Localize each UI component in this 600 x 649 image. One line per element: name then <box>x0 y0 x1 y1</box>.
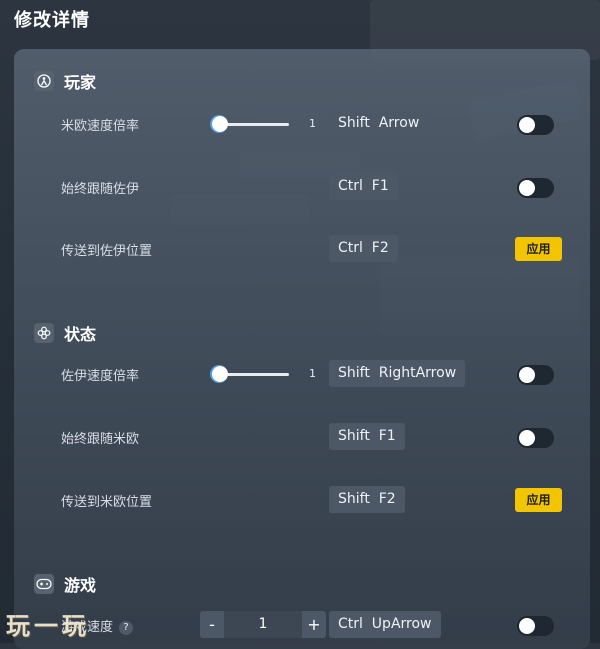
hotkey-button[interactable]: Ctrl UpArrow <box>329 611 441 638</box>
speed-slider[interactable] <box>211 116 289 132</box>
hotkey-button[interactable]: Shift Arrow <box>329 110 429 137</box>
slider-value: 1 <box>309 117 316 130</box>
setting-row: 始终跟随米欧 Shift F1 <box>14 423 590 451</box>
section-header-status: 状态 <box>34 321 96 345</box>
gamepad-icon <box>34 574 54 594</box>
setting-row: 始终跟随佐伊 Ctrl F1 <box>14 173 590 201</box>
setting-label: 传送到佐伊位置 <box>61 244 153 259</box>
stepper-value[interactable]: 1 <box>224 611 302 638</box>
setting-row: 佐伊速度倍率 1 Shift RightArrow <box>14 360 590 388</box>
apply-button[interactable]: 应用 <box>515 237 562 261</box>
game-speed-stepper: - 1 + <box>200 611 326 638</box>
setting-label: 传送到米欧位置 <box>61 495 153 510</box>
setting-label: 始终跟随米欧 <box>61 432 140 447</box>
toggle-switch[interactable] <box>517 428 554 448</box>
speed-slider[interactable] <box>211 366 289 382</box>
hotkey-button[interactable]: Ctrl F1 <box>329 173 398 200</box>
setting-label: 佐伊速度倍率 <box>61 369 140 384</box>
help-icon[interactable]: ? <box>119 620 134 635</box>
increment-button[interactable]: + <box>302 611 326 638</box>
section-title: 状态 <box>64 325 97 344</box>
section-header-player: 玩家 <box>34 69 96 93</box>
hotkey-button[interactable]: Shift F1 <box>329 423 405 450</box>
toggle-switch[interactable] <box>517 115 554 135</box>
hotkey-button[interactable]: Ctrl F2 <box>329 235 398 262</box>
setting-row: 游戏速度? - 1 + Ctrl UpArrow <box>14 611 590 639</box>
status-icon <box>34 323 54 343</box>
toggle-switch[interactable] <box>517 365 554 385</box>
slider-value: 1 <box>309 367 316 380</box>
hotkey-button[interactable]: Shift RightArrow <box>329 360 466 387</box>
person-icon <box>34 71 54 91</box>
apply-button[interactable]: 应用 <box>515 488 562 512</box>
slider-thumb[interactable] <box>212 366 228 382</box>
slider-thumb[interactable] <box>212 116 228 132</box>
hotkey-button[interactable]: Shift F2 <box>329 486 405 513</box>
section-title: 游戏 <box>64 576 97 595</box>
page-title: 修改详情 <box>14 10 90 31</box>
setting-row: 米欧速度倍率 1 Shift Arrow <box>14 110 590 138</box>
decrement-button[interactable]: - <box>200 611 224 638</box>
watermark-logo: 玩一玩 <box>6 612 90 640</box>
setting-row: 传送到佐伊位置 Ctrl F2 应用 <box>14 235 590 263</box>
section-header-game: 游戏 <box>34 572 96 596</box>
settings-panel: 玩家 米欧速度倍率 1 Shift Arrow 始终跟随佐伊 Ctrl F1 传… <box>14 49 590 649</box>
toggle-switch[interactable] <box>517 178 554 198</box>
setting-label: 米欧速度倍率 <box>61 119 140 134</box>
toggle-switch[interactable] <box>517 616 554 636</box>
setting-row: 传送到米欧位置 Shift F2 应用 <box>14 486 590 514</box>
setting-label: 始终跟随佐伊 <box>61 182 140 197</box>
section-title: 玩家 <box>64 73 97 92</box>
